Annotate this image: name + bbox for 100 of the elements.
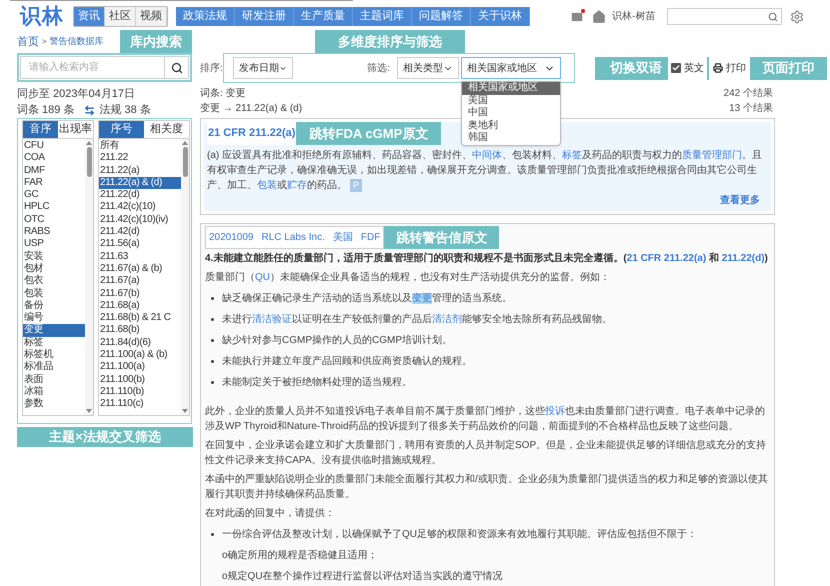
list-item[interactable]: 211.22(d) (99, 189, 181, 202)
scrollbar-thumb[interactable] (86, 147, 92, 177)
list-tab[interactable]: 音序 (23, 121, 58, 138)
scrollbar[interactable] (181, 139, 189, 415)
list-item[interactable]: 211.100(a) (99, 361, 181, 374)
list-item[interactable]: RABS (23, 226, 85, 238)
list-item[interactable]: OTC (23, 214, 85, 226)
scroll-down-icon[interactable] (182, 409, 188, 413)
list-item[interactable]: HPLC (23, 201, 85, 214)
list-item[interactable]: 标签机 (23, 349, 85, 362)
list-item[interactable]: 211.22(a) (99, 164, 181, 177)
list-item[interactable]: 包材 (23, 262, 85, 276)
list-item[interactable]: 211.56(a) (99, 238, 181, 251)
list-item[interactable]: 备份 (23, 300, 85, 312)
list-item[interactable]: 安装 (23, 250, 85, 263)
header-tab[interactable]: 视频 (136, 7, 167, 26)
list-item[interactable]: 211.68(a) (99, 300, 181, 312)
letter-meta-link[interactable]: 20201009 (209, 230, 254, 245)
header-tab[interactable]: 资讯 (74, 7, 105, 26)
list-item[interactable]: 包衣 (23, 275, 85, 288)
dropdown-select[interactable]: 相关国家或地区 (460, 57, 561, 79)
site-logo[interactable]: 识林 (20, 0, 64, 32)
header-tab[interactable]: 社区 (105, 7, 136, 26)
list-item[interactable]: 211.110(c) (99, 398, 181, 411)
text-link[interactable]: 标签 (562, 150, 582, 161)
regulation-link[interactable]: 21 CFR 211.22(a) (207, 122, 296, 145)
list-item[interactable]: CFU (23, 140, 85, 152)
letter-meta-link[interactable]: 美国 (332, 230, 353, 245)
header-search-field[interactable] (667, 8, 782, 25)
list-item[interactable]: 冰箱 (23, 386, 85, 398)
search-icon[interactable] (768, 12, 778, 22)
scroll-up-icon[interactable] (86, 141, 92, 145)
english-toggle[interactable]: 英文 (668, 56, 707, 80)
text-link[interactable]: 211.22(d) (722, 253, 765, 264)
scrollbar-thumb[interactable] (182, 147, 188, 177)
nav-item[interactable]: 生产质量 (294, 7, 353, 26)
text-link[interactable]: 投诉 (545, 406, 565, 417)
scroll-down-icon[interactable] (86, 409, 92, 413)
search-icon[interactable] (170, 62, 182, 74)
list-item[interactable]: 211.22(a) & (d) (99, 176, 181, 190)
mail-icon[interactable] (570, 10, 584, 24)
print-button[interactable]: 打印 (709, 56, 750, 80)
dropdown-option[interactable]: 中国 (462, 107, 560, 120)
list-item[interactable]: DMF (23, 164, 85, 177)
list-item[interactable]: GC (23, 189, 85, 202)
dropdown-option[interactable]: 相关国家或地区 (462, 82, 560, 94)
dropdown-option[interactable]: 奥地利 (462, 120, 560, 132)
nav-item[interactable]: 政策法规 (176, 7, 235, 26)
text-link[interactable]: 清洁验证 (252, 314, 292, 325)
list-tab[interactable]: 序号 (99, 121, 144, 138)
list-item[interactable]: 编号 (23, 312, 85, 324)
list-item[interactable]: USP (23, 238, 85, 251)
list-item[interactable]: 211.67(a) (99, 275, 181, 288)
text-link[interactable]: 包装 (257, 180, 277, 191)
text-link[interactable]: 贮存 (287, 180, 307, 191)
letter-meta-link[interactable]: FDF (360, 230, 380, 245)
list-item[interactable]: 211.22 (99, 152, 181, 165)
nav-item[interactable]: 主题词库 (353, 7, 412, 26)
dropdown-select[interactable]: 相关类型 (396, 57, 459, 79)
text-link[interactable]: 21 CFR 211.22(a) (626, 253, 706, 264)
breadcrumb-home[interactable]: 首页 (17, 34, 39, 50)
see-more-link[interactable]: 查看更多 (720, 193, 760, 208)
scrollbar[interactable] (85, 139, 93, 415)
list-item[interactable]: COA (23, 152, 85, 165)
dropdown-select[interactable]: 发布日期 (233, 57, 293, 79)
home-icon[interactable] (592, 10, 606, 24)
dropdown-option[interactable]: 韩国 (462, 132, 560, 144)
letter-meta-link[interactable]: RLC Labs Inc. (262, 230, 325, 245)
list-item[interactable]: 211.42(d) (99, 226, 181, 238)
scroll-up-icon[interactable] (182, 141, 188, 145)
list-item[interactable]: 标签 (23, 336, 85, 350)
search-field[interactable]: 请输入检索内容 (20, 56, 189, 79)
text-link[interactable]: 清洁剂 (432, 314, 462, 325)
list-item[interactable]: 211.68(b) & 21 C (99, 312, 181, 324)
nav-item[interactable]: 问题解答 (412, 7, 471, 26)
list-item[interactable]: 表面 (23, 374, 85, 386)
list-item[interactable]: 211.68(b) (99, 324, 181, 337)
nav-item[interactable]: 研发注册 (235, 7, 294, 26)
list-item[interactable]: 211.63 (99, 250, 181, 263)
list-item[interactable]: 标准品 (23, 361, 85, 374)
list-item[interactable]: 所有 (99, 140, 181, 152)
list-item[interactable]: 包装 (23, 288, 85, 300)
text-link[interactable]: QU (255, 272, 270, 283)
swap-icon[interactable] (84, 104, 96, 116)
list-item[interactable]: 变更 (23, 324, 85, 337)
list-item[interactable]: 211.42(c)(10) (99, 201, 181, 214)
breadcrumb-current[interactable]: 警告信数据库 (50, 35, 104, 48)
list-item[interactable]: 211.100(a) & (b) (99, 349, 181, 362)
search-input[interactable]: 请输入检索内容 (21, 57, 164, 78)
text-link[interactable]: 质量管理部门 (682, 150, 742, 161)
user-name[interactable]: 识林-树苗 (612, 9, 656, 24)
list-item[interactable]: FAR (23, 176, 85, 190)
dropdown-option[interactable]: 美国 (462, 94, 560, 107)
list-item[interactable]: 211.67(a) & (b) (99, 262, 181, 276)
list-item[interactable]: 211.110(b) (99, 386, 181, 398)
list-item[interactable]: 211.67(b) (99, 288, 181, 300)
list-item[interactable]: 211.84(d)(6) (99, 336, 181, 350)
settings-icon[interactable] (790, 10, 804, 24)
text-link[interactable]: 中间体 (472, 150, 502, 161)
list-item[interactable]: 参数 (23, 398, 85, 411)
